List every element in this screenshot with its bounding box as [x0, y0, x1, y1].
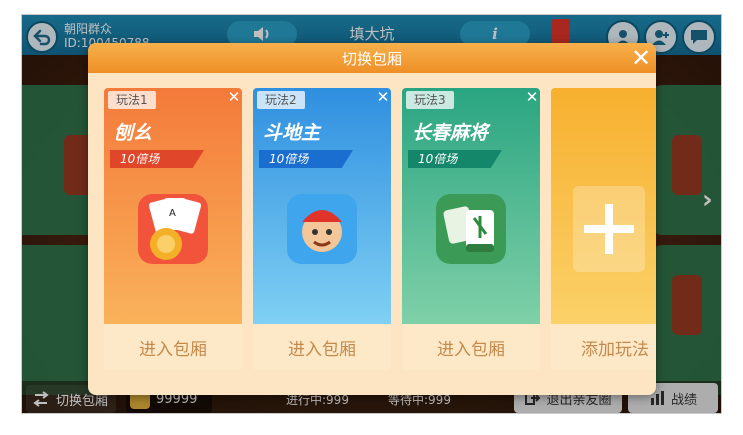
game-name: 刨幺: [114, 122, 153, 144]
card-body: 玩法3 ✕ 长春麻将 10倍场: [402, 88, 540, 324]
enter-room-button[interactable]: 进入包厢: [402, 324, 540, 370]
multiplier-badge: 10倍场: [110, 150, 204, 168]
play-tag: 玩法2: [257, 91, 305, 109]
svg-text:A: A: [169, 208, 176, 219]
add-game-card[interactable]: 添加玩法: [551, 88, 656, 370]
remove-card-icon[interactable]: ✕: [524, 88, 540, 106]
game-name: 斗地主: [263, 122, 321, 144]
room-card[interactable]: 玩法1 ✕ 刨幺 10倍场 A 进入包厢: [104, 88, 242, 370]
close-icon[interactable]: ✕: [628, 44, 654, 72]
enter-room-button[interactable]: 进入包厢: [104, 324, 242, 370]
card-body: 玩法2 ✕ 斗地主 10倍场: [253, 88, 391, 324]
game-lobby-screen: 朝阳群众 ID:100450788 填大坑 i: [21, 14, 722, 414]
landlord-character-icon: [287, 194, 357, 264]
remove-card-icon[interactable]: ✕: [226, 88, 242, 106]
plus-icon: [573, 186, 645, 272]
multiplier-badge: 10倍场: [408, 150, 502, 168]
poker-cards-icon: A: [138, 194, 208, 264]
game-name: 长春麻将: [412, 122, 489, 144]
dialog-title: 切换包厢: [341, 50, 402, 68]
room-card[interactable]: 玩法3 ✕ 长春麻将 10倍场 进入包厢: [402, 88, 540, 370]
screenshot-frame: 朝阳群众 ID:100450788 填大坑 i: [0, 0, 743, 435]
room-card[interactable]: 玩法2 ✕ 斗地主 10倍场 进入包厢: [253, 88, 391, 370]
dialog-header: 切换包厢 ✕: [88, 43, 656, 73]
remove-card-icon[interactable]: ✕: [375, 88, 391, 106]
room-card-list: 玩法1 ✕ 刨幺 10倍场 A 进入包厢 玩法2 ✕ 斗地主 10倍场 进入包厢…: [104, 88, 656, 370]
add-game-button[interactable]: 添加玩法: [551, 324, 656, 370]
switch-room-dialog: 切换包厢 ✕ 玩法1 ✕ 刨幺 10倍场 A 进入包厢 玩法2 ✕ 斗地主 10…: [88, 43, 656, 395]
multiplier-badge: 10倍场: [259, 150, 353, 168]
mahjong-tile-icon: [436, 194, 506, 264]
plus-horizontal: [584, 225, 634, 233]
card-body: 玩法1 ✕ 刨幺 10倍场 A: [104, 88, 242, 324]
play-tag: 玩法3: [406, 91, 454, 109]
play-tag: 玩法1: [108, 91, 156, 109]
enter-room-button[interactable]: 进入包厢: [253, 324, 391, 370]
card-body: [551, 88, 656, 324]
